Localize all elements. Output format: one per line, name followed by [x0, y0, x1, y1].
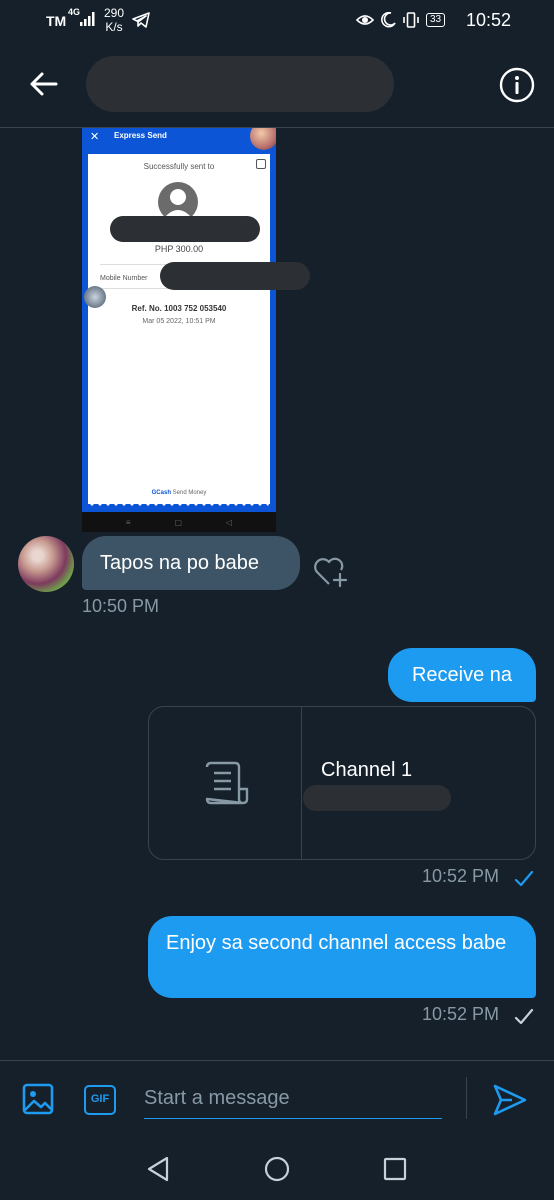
battery-indicator: 33 [426, 13, 446, 27]
read-check-icon [514, 870, 534, 887]
recipient-name-redacted [110, 216, 260, 242]
eye-icon [356, 15, 374, 25]
send-button[interactable] [492, 1083, 528, 1117]
receipt-mobile-label: Mobile Number [100, 275, 148, 282]
back-icon: ◁ [225, 517, 233, 527]
outgoing-message[interactable]: Enjoy sa second channel access babe [148, 916, 536, 998]
receipt: Successfully sent to PHP 300.00 Mobile N… [88, 154, 270, 504]
attachment-nav-bar: ≡ ▢ ◁ [82, 512, 276, 532]
gif-button[interactable]: GIF [84, 1085, 116, 1115]
link-card[interactable]: Channel 1 [148, 706, 536, 860]
receipt-footer: GCash Send Money [88, 490, 270, 496]
menu-icon: ≡ [125, 517, 131, 527]
receipt-sent-label: Successfully sent to [143, 162, 215, 171]
mobile-number-redacted [160, 262, 310, 290]
document-icon [205, 761, 249, 805]
home-icon: ▢ [174, 517, 183, 527]
message-timestamp: 10:52 PM [422, 1004, 500, 1024]
status-icons: 33 [356, 10, 446, 30]
status-bar: TM 4G 290 K/s 33 10:52 [0, 0, 554, 44]
vibrate-icon [403, 12, 419, 28]
attachment-topbar: ✕ Express Send [82, 128, 276, 150]
receipt-edge-bottom [88, 502, 270, 506]
sent-check-icon [514, 1008, 534, 1025]
receipt-ref-no: Ref. No. 1003 752 053540 [131, 304, 227, 313]
nav-recents-button[interactable] [383, 1157, 407, 1181]
image-attachment[interactable]: ✕ Express Send Successfully sent to PHP … [82, 128, 276, 532]
speed-value: 290 [104, 6, 125, 20]
gcash-brand: GCash [151, 490, 171, 496]
back-button[interactable] [26, 66, 62, 102]
message-composer: GIF [0, 1060, 554, 1136]
attachment-app-title: Express Send [114, 131, 167, 140]
carrier-label: TM [46, 13, 67, 29]
react-heart-icon[interactable] [312, 554, 350, 588]
incoming-message[interactable]: Tapos na po babe [82, 536, 300, 590]
mini-avatar [84, 286, 106, 308]
speed-unit: K/s [105, 20, 123, 34]
composer-divider [466, 1077, 467, 1119]
close-icon: ✕ [90, 131, 100, 143]
sender-avatar[interactable] [18, 536, 74, 592]
conversation-header [0, 44, 554, 128]
footer-text: Send Money [172, 490, 207, 496]
nav-home-button[interactable] [264, 1156, 290, 1182]
network-speed: 290 K/s [104, 6, 124, 34]
status-time: 10:52 [466, 10, 512, 30]
contact-name-redacted[interactable] [86, 56, 394, 112]
image-button[interactable] [22, 1083, 54, 1115]
system-nav-bar [0, 1136, 554, 1200]
message-input[interactable] [144, 1079, 442, 1119]
message-timestamp: 10:50 PM [82, 596, 160, 616]
card-subtitle-redacted [303, 785, 451, 811]
network-type: 4G [68, 7, 81, 17]
receipt-date: Mar 05 2022, 10:51 PM [142, 318, 216, 325]
receipt-amount: PHP 300.00 [154, 244, 204, 254]
outgoing-message[interactable]: Receive na [388, 648, 536, 702]
telegram-icon [132, 12, 150, 28]
card-divider [301, 707, 302, 859]
nav-back-button[interactable] [146, 1156, 170, 1182]
signal-icon [80, 12, 95, 26]
info-button[interactable] [498, 66, 536, 104]
download-icon [256, 159, 266, 169]
card-title: Channel 1 [321, 759, 413, 781]
message-timestamp: 10:52 PM [422, 866, 500, 886]
moon-icon [381, 12, 396, 28]
